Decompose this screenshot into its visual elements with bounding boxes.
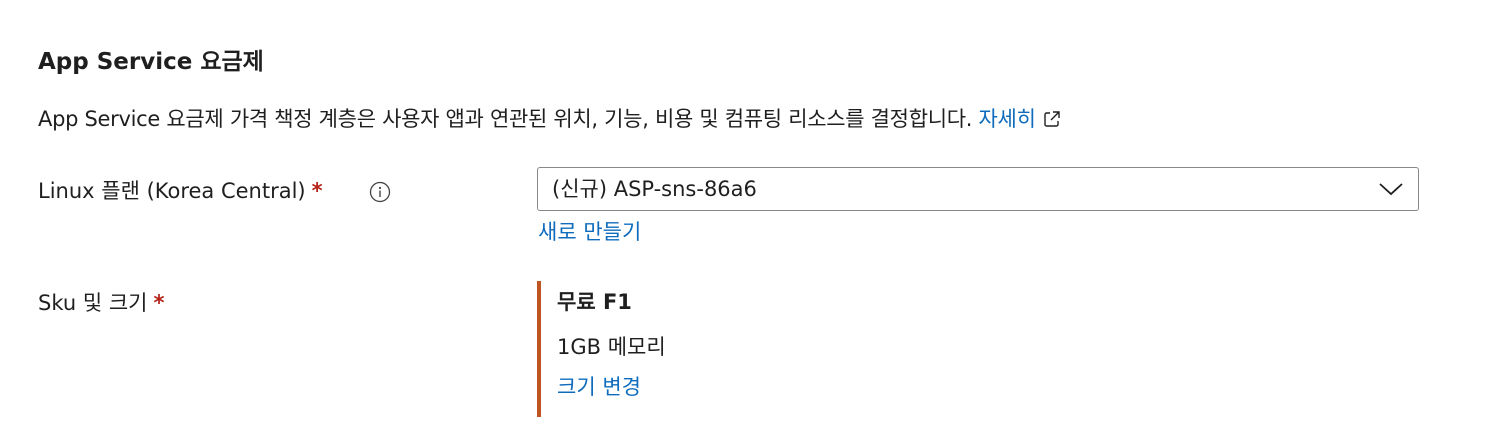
sku-label-text: Sku 및 크기 — [38, 291, 148, 315]
sku-accent-bar — [537, 281, 541, 417]
linux-plan-label: Linux 플랜 (Korea Central) * — [38, 176, 323, 206]
linux-plan-selected-value: (신규) ASP-sns-86a6 — [552, 177, 757, 201]
learn-more-link[interactable]: 자세히 — [979, 107, 1062, 131]
sku-memory: 1GB 메모리 — [557, 335, 666, 359]
required-mark: * — [311, 179, 323, 203]
required-mark: * — [153, 291, 165, 315]
info-icon[interactable] — [369, 181, 391, 203]
external-link-icon — [1043, 111, 1060, 127]
linux-plan-dropdown[interactable]: (신규) ASP-sns-86a6 — [537, 167, 1419, 211]
section-description: App Service 요금제 가격 책정 계층은 사용자 앱과 연관된 위치,… — [38, 104, 1062, 134]
section-title: App Service 요금제 — [38, 49, 264, 75]
description-text: App Service 요금제 가격 책정 계층은 사용자 앱과 연관된 위치,… — [38, 107, 973, 131]
chevron-down-icon — [1379, 183, 1403, 196]
change-size-link[interactable]: 크기 변경 — [557, 372, 641, 402]
sku-label: Sku 및 크기 * — [38, 288, 164, 318]
create-new-link[interactable]: 새로 만들기 — [538, 217, 641, 247]
learn-more-label[interactable]: 자세히 — [979, 107, 1036, 131]
linux-plan-label-text: Linux 플랜 (Korea Central) — [38, 179, 306, 203]
sku-name: 무료 F1 — [557, 290, 632, 314]
